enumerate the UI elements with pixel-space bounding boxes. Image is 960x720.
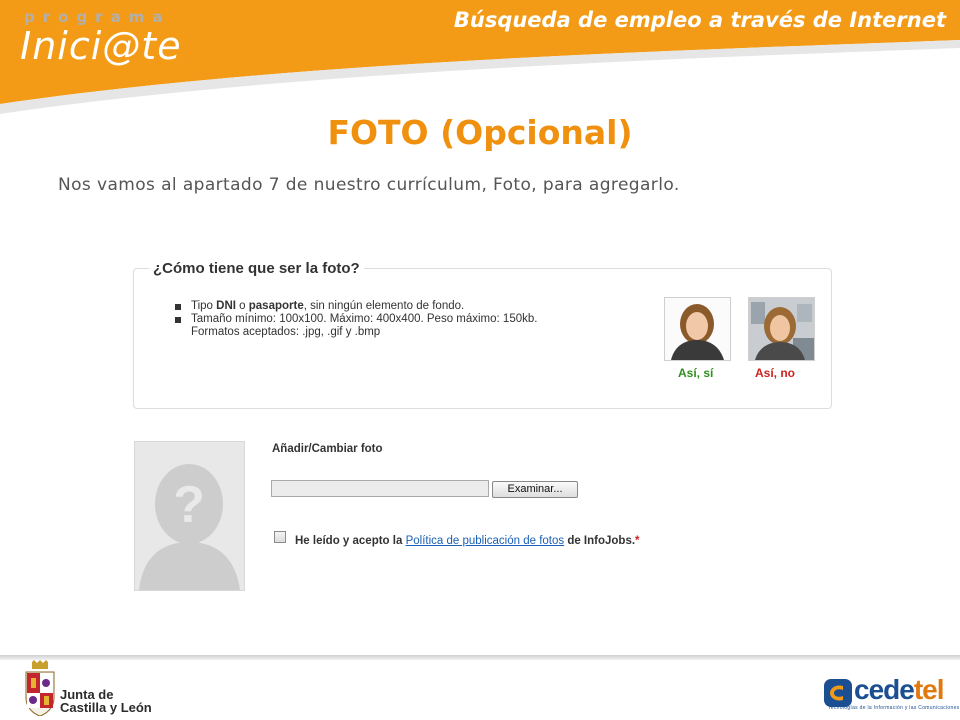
person-question-icon: ? xyxy=(135,442,244,590)
bullet-icon xyxy=(175,317,181,323)
incorrect-photo-example xyxy=(748,297,815,361)
requirement-item: Tipo DNI o pasaporte, sin ningún element… xyxy=(175,300,537,313)
requirement-item: Tamaño mínimo: 100x100. Máximo: 400x400.… xyxy=(175,313,537,326)
page-title: FOTO (Opcional) xyxy=(327,113,633,152)
brand-logo-text: Inici@te xyxy=(20,24,182,68)
footer-divider xyxy=(0,655,960,660)
browse-button[interactable]: Examinar... xyxy=(492,481,578,498)
intro-text: Nos vamos al apartado 7 de nuestro currí… xyxy=(58,175,680,195)
cedetel-tagline: Tecnologías de la Información y las Comu… xyxy=(828,705,960,711)
cedetel-logo-text: cedetel xyxy=(854,674,945,705)
upload-title: Añadir/Cambiar foto xyxy=(272,443,383,455)
accept-policy-label: He leído y acepto la Política de publica… xyxy=(295,535,640,547)
incorrect-photo-caption: Así, no xyxy=(755,366,796,380)
policy-link[interactable]: Política de publicación de fotos xyxy=(406,535,565,547)
svg-text:?: ? xyxy=(173,476,205,534)
correct-photo-caption: Así, sí xyxy=(678,366,714,380)
bullet-icon xyxy=(175,304,181,310)
photo-placeholder: ? xyxy=(134,441,245,591)
coat-of-arms-icon xyxy=(25,660,55,716)
requirement-item: Formatos aceptados: .jpg, .gif y .bmp xyxy=(191,326,381,338)
file-path-input[interactable] xyxy=(271,480,489,497)
portrait-plain-background-icon xyxy=(665,298,730,360)
correct-photo-example xyxy=(664,297,731,361)
required-marker: * xyxy=(635,535,640,547)
cedetel-logo-icon xyxy=(824,679,852,707)
requirements-title: ¿Cómo tiene que ser la foto? xyxy=(149,260,364,277)
accept-policy-checkbox[interactable] xyxy=(274,531,286,543)
header-title: Búsqueda de empleo a través de Internet xyxy=(453,8,946,32)
requirements-list: Tipo DNI o pasaporte, sin ningún element… xyxy=(175,300,537,339)
jcyl-logo-text: Junta de Castilla y León xyxy=(60,687,152,715)
portrait-busy-background-icon xyxy=(749,298,814,360)
